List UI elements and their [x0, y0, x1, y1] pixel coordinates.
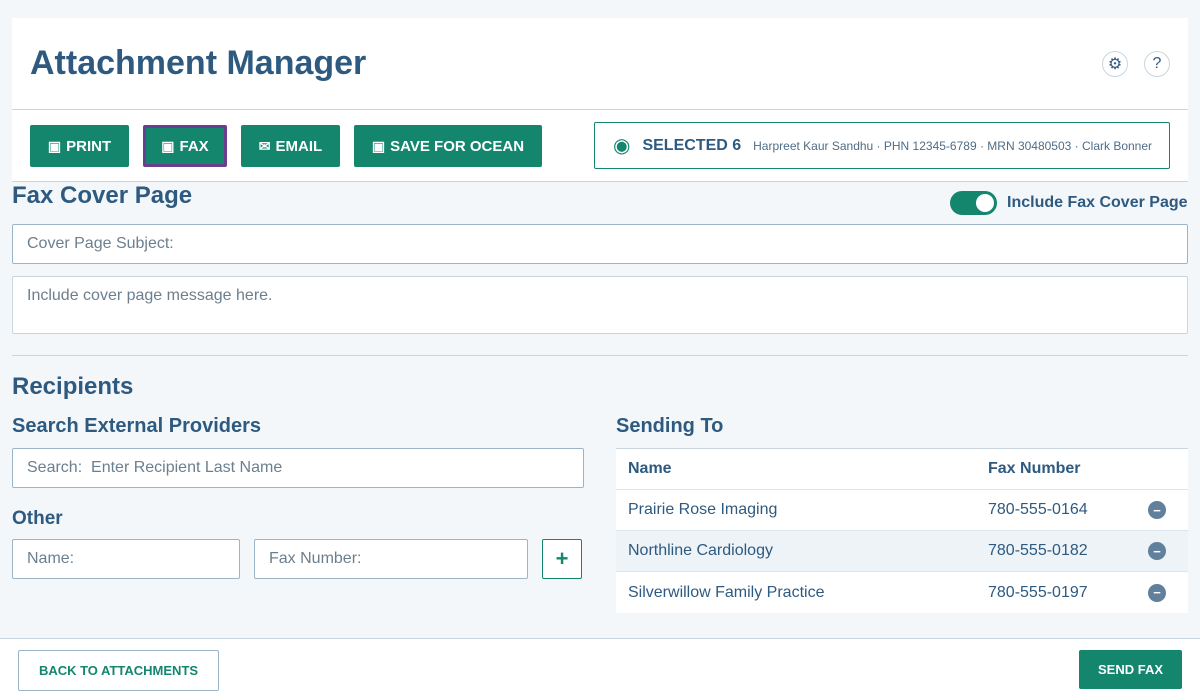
include-cover-toggle-group[interactable]: Include Fax Cover Page	[950, 191, 1188, 215]
back-to-attachments-button[interactable]: BACK TO ATTACHMENTS	[18, 650, 219, 691]
page-title: Attachment Manager	[30, 44, 367, 82]
remove-recipient-icon[interactable]: −	[1148, 542, 1166, 560]
email-label: EMAIL	[275, 137, 323, 155]
recipient-name: Silverwillow Family Practice	[628, 583, 825, 601]
selected-count: SELECTED 6	[642, 136, 742, 154]
table-row: Prairie Rose Imaging 780-555-0164 −	[616, 490, 1188, 531]
other-fax-input[interactable]	[254, 539, 528, 579]
help-icon[interactable]: ?	[1144, 51, 1170, 77]
other-name-input[interactable]	[12, 539, 240, 579]
envelope-icon: ✉	[258, 137, 271, 154]
remove-recipient-icon[interactable]: −	[1148, 583, 1166, 602]
fax-cover-title: Fax Cover Page	[12, 182, 193, 209]
column-header-fax: Fax Number	[988, 460, 1081, 477]
fax-icon: ▣	[161, 137, 175, 154]
sending-to-title: Sending To	[616, 415, 724, 437]
settings-icon[interactable]: ⚙	[1102, 51, 1128, 77]
email-button[interactable]: ✉ EMAIL	[241, 125, 340, 167]
save-for-ocean-label: SAVE FOR OCEAN	[390, 137, 525, 155]
app-header: Attachment Manager ⚙ ?	[12, 18, 1188, 110]
recipient-name: Prairie Rose Imaging	[628, 501, 778, 518]
include-cover-label: Include Fax Cover Page	[1007, 194, 1188, 211]
fax-label: FAX	[179, 137, 209, 155]
recipient-fax: 780-555-0197	[988, 583, 1088, 601]
recipient-search-input[interactable]	[12, 448, 584, 488]
save-icon: ▣	[371, 137, 386, 154]
selected-radio-icon: ◉	[613, 135, 631, 157]
cover-subject-input[interactable]	[12, 224, 1188, 264]
column-header-name: Name	[628, 460, 672, 477]
table-row: Northline Cardiology 780-555-0182 −	[616, 531, 1188, 572]
recipient-fax: 780-555-0164	[988, 501, 1088, 518]
remove-recipient-icon[interactable]: −	[1148, 501, 1166, 519]
fax-button[interactable]: ▣ FAX	[143, 125, 227, 167]
table-row: Silverwillow Family Practice 780-555-019…	[616, 572, 1188, 613]
save-for-ocean-button[interactable]: ▣ SAVE FOR OCEAN	[354, 125, 542, 167]
print-icon: ▣	[47, 137, 62, 154]
recipients-title: Recipients	[12, 373, 134, 400]
action-toolbar: ▣ PRINT ▣ FAX ✉ EMAIL ▣ SAVE FOR OCEAN ◉…	[12, 110, 1188, 182]
search-providers-title: Search External Providers	[12, 415, 262, 437]
table-header-row: Name Fax Number	[616, 449, 1188, 490]
include-cover-toggle[interactable]	[950, 191, 997, 215]
cover-message-textarea[interactable]	[12, 276, 1188, 334]
send-fax-button[interactable]: SEND FAX	[1079, 650, 1182, 689]
recipient-fax: 780-555-0182	[988, 542, 1088, 559]
recipient-name: Northline Cardiology	[628, 542, 773, 559]
print-label: PRINT	[66, 137, 112, 155]
print-button[interactable]: ▣ PRINT	[30, 125, 129, 167]
selection-summary[interactable]: ◉ SELECTED 6 Harpreet Kaur Sandhu · PHN …	[594, 122, 1170, 169]
sending-to-table: Name Fax Number Prairie Rose Imaging 780…	[616, 448, 1188, 613]
add-recipient-button[interactable]: +	[542, 539, 582, 579]
patient-info: Harpreet Kaur Sandhu · PHN 12345-6789 · …	[753, 138, 1153, 153]
footer-bar: BACK TO ATTACHMENTS SEND FAX	[0, 638, 1200, 700]
toggle-knob	[976, 194, 994, 212]
other-title: Other	[12, 508, 63, 529]
section-divider	[12, 355, 1188, 356]
